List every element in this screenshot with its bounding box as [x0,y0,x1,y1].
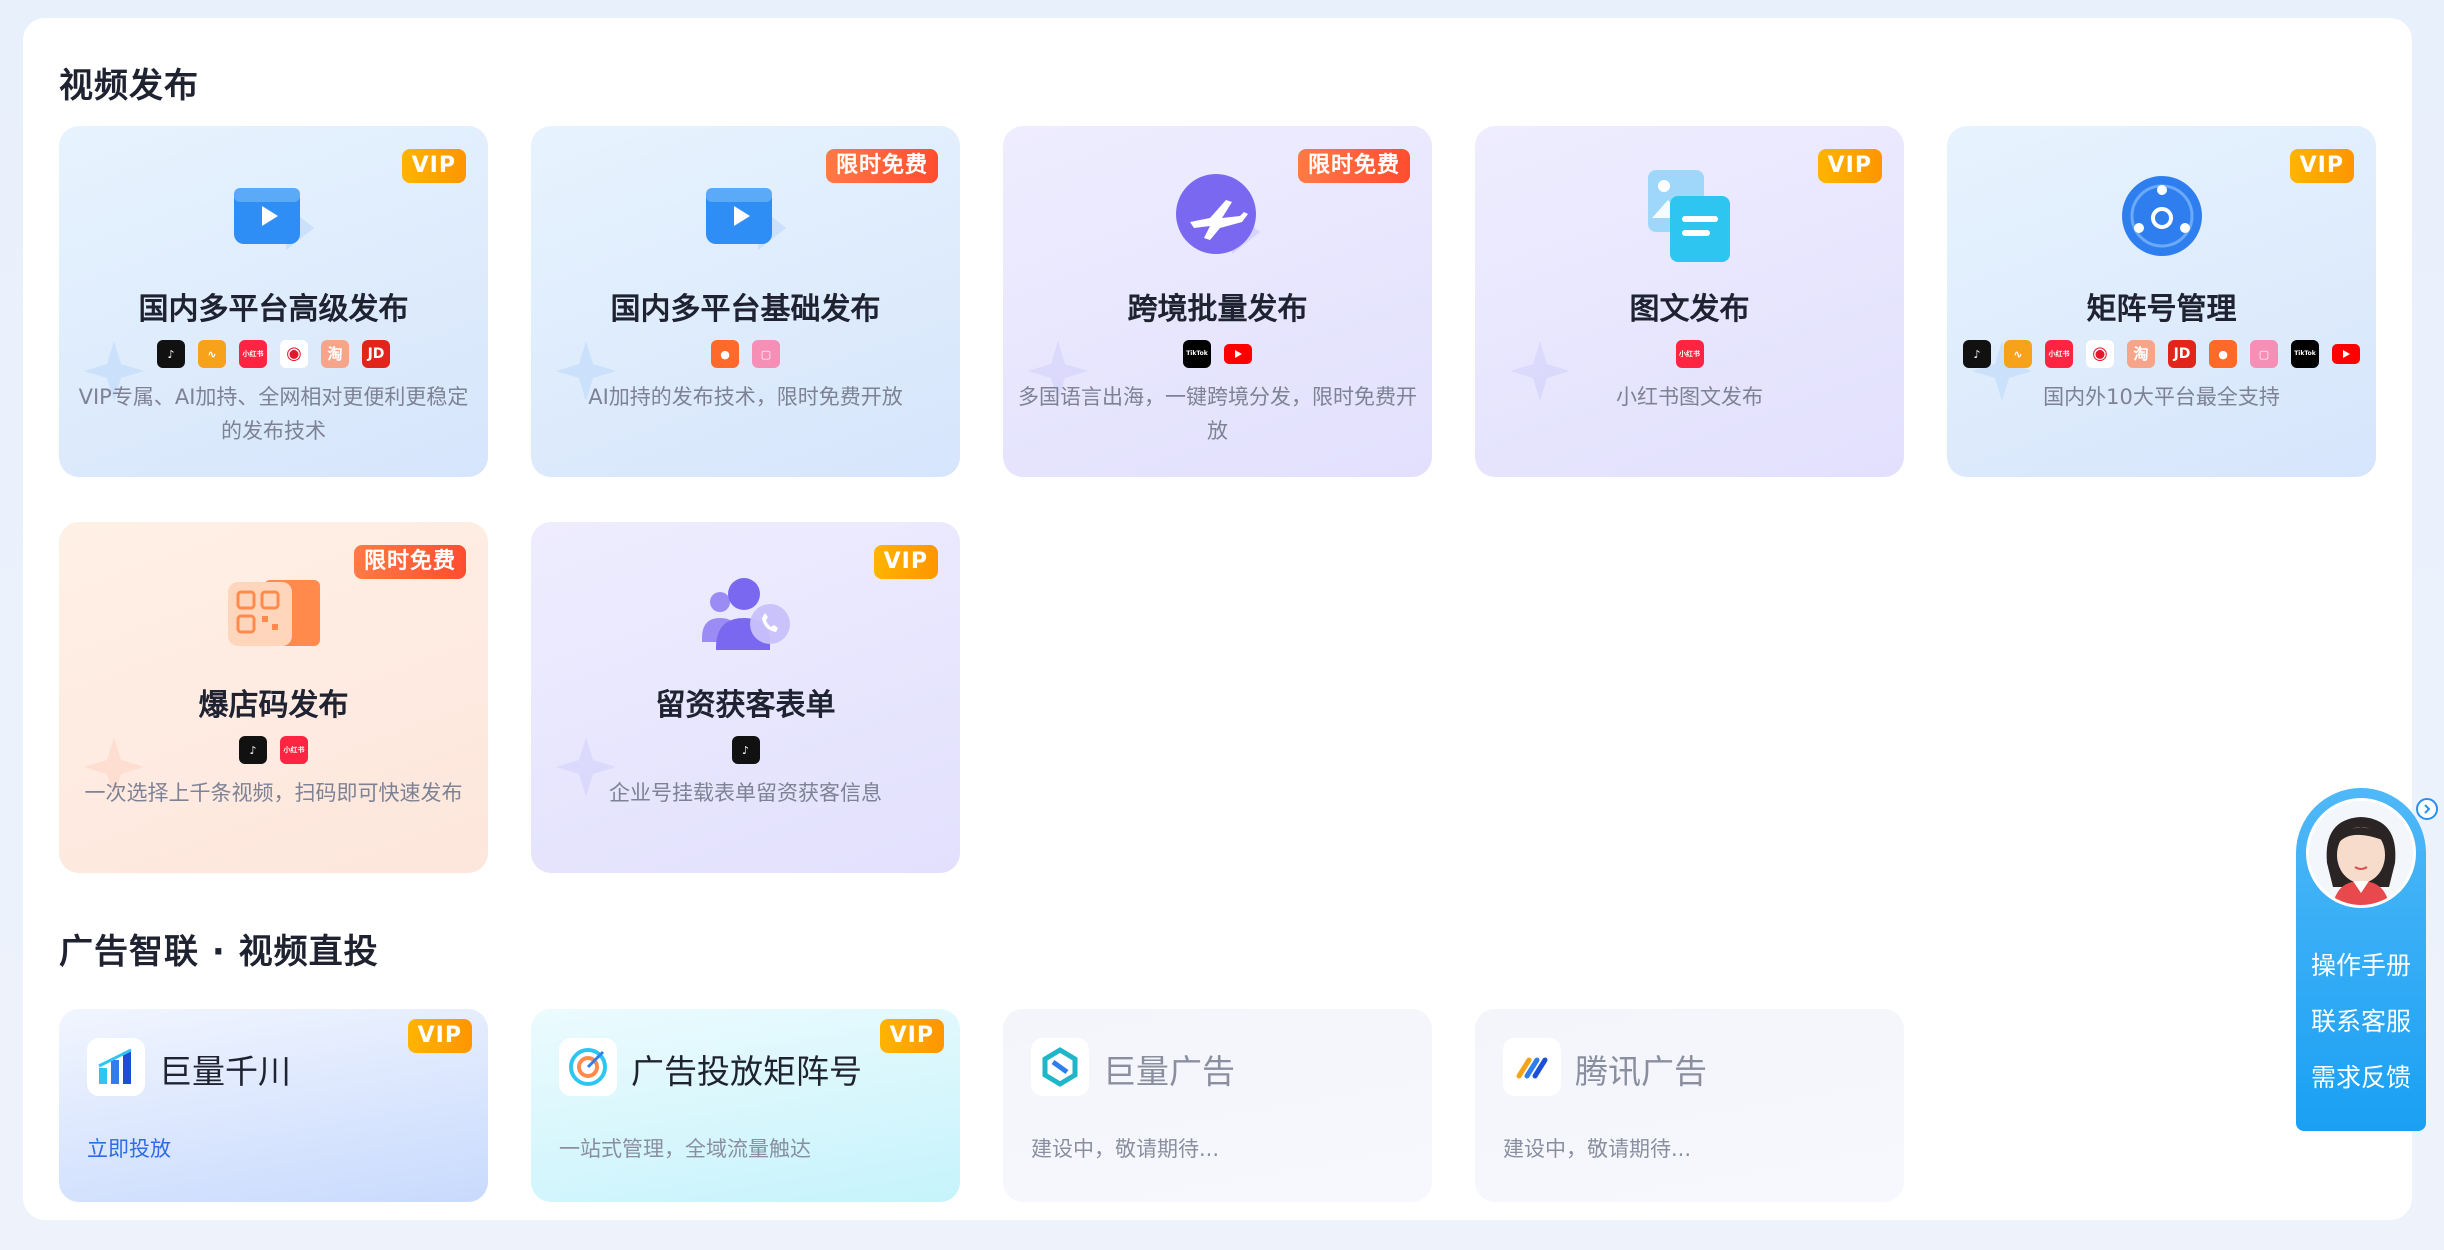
ad-card-juliang-ads[interactable]: 巨量广告 建设中，敬请期待... [1003,1009,1432,1202]
juliang-logo-icon [1031,1038,1089,1096]
weibo-icon: ◉ [2086,340,2114,368]
ad-card-description: 建设中，敬请期待... [1503,1137,1692,1161]
ad-card-matrix-ads[interactable]: VIP 广告投放矩阵号 一站式管理，全域流量触达 [531,1009,960,1202]
ad-card-title: 腾讯广告 [1575,1052,1707,1091]
vip-badge: VIP [879,1019,944,1053]
section-title-ads: 广告智联 · 视频直投 [59,932,379,972]
floating-help-sidebar: 操作手册 联系客服 需求反馈 [2296,788,2426,1131]
card-image-text-publish[interactable]: VIP 图文发布 小红书 小红书图文发布 [1475,126,1904,477]
ad-card-description: 建设中，敬请期待... [1031,1137,1220,1161]
card-domestic-basic-publish[interactable]: 限时免费 国内多平台基础发布 ● ▢ AI加持的发布技术，限时免费开放 [531,126,960,477]
main-panel: 视频发布 VIP 国内多平台高级发布 ♪ ∿ 小红书 ◉ 淘 JD VIP专属、… [23,18,2412,1220]
douyin-icon: ♪ [157,340,185,368]
card-description: VIP专属、AI加持、全网相对更便利更稳定的发布技术 [78,385,469,443]
card-description: 小红书图文发布 [1616,385,1763,409]
wechat-channels-icon: ∿ [2004,340,2032,368]
platform-icons: ♪ 小红书 [59,736,488,764]
jd-icon: JD [2168,340,2196,368]
taobao-icon: 淘 [2127,340,2155,368]
collapse-sidebar-icon[interactable] [2416,798,2438,820]
card-title: 国内多平台基础发布 [610,292,881,327]
card-matrix-account-management[interactable]: VIP 矩阵号管理 ♪ ∿ 小红书 ◉ 淘 JD ● ▢ TikTok 国内外1… [1947,126,2376,477]
platform-icons: ● ▢ [531,340,960,368]
youtube-icon [1224,340,1252,368]
douyin-icon: ♪ [239,736,267,764]
card-title: 图文发布 [1629,292,1750,327]
kuaishou-icon: ● [711,340,739,368]
free-badge: 限时免费 [1297,149,1410,183]
wechat-channels-icon: ∿ [198,340,226,368]
tencent-ads-logo-icon [1503,1038,1561,1096]
ad-card-title: 广告投放矩阵号 [631,1052,862,1091]
kuaishou-icon: ● [2209,340,2237,368]
bilibili-icon: ▢ [752,340,780,368]
target-logo-icon [559,1038,617,1096]
card-description: 多国语言出海，一键跨境分发，限时免费开放 [1018,385,1417,443]
card-description: 国内外10大平台最全支持 [2043,385,2280,409]
ad-card-description: 一站式管理，全域流量触达 [559,1137,811,1161]
card-description: 一次选择上千条视频，扫码即可快速发布 [84,781,463,805]
card-store-code-publish[interactable]: 限时免费 爆店码发布 ♪ 小红书 一次选择上千条视频，扫码即可快速发布 [59,522,488,873]
qr-store-icon [227,580,320,646]
vip-badge: VIP [2289,149,2354,183]
ad-card-juliang-qianchuan[interactable]: VIP 巨量千川 立即投放 [59,1009,488,1202]
douyin-icon: ♪ [731,736,760,764]
free-badge: 限时免费 [353,545,466,579]
card-description: AI加持的发布技术，限时免费开放 [588,385,903,409]
airplane-icon [1175,174,1260,254]
matrix-orbit-icon [2121,176,2202,256]
qianchuan-logo-icon [87,1038,145,1096]
xiaohongshu-icon: 小红书 [1675,340,1704,368]
tiktok-icon: TikTok [1183,340,1211,368]
card-title: 爆店码发布 [198,688,349,723]
platform-icons: TikTok [1003,340,1432,368]
card-title: 国内多平台高级发布 [138,292,409,327]
platform-icons: 小红书 [1475,340,1904,368]
ad-card-tencent-ads[interactable]: 腾讯广告 建设中，敬请期待... [1475,1009,1904,1202]
manual-button[interactable]: 操作手册 [2296,946,2426,982]
douyin-icon: ♪ [1963,340,1991,368]
tiktok-icon: TikTok [2291,340,2319,368]
free-badge: 限时免费 [825,149,938,183]
platform-icons: ♪ ∿ 小红书 ◉ 淘 JD ● ▢ TikTok [1947,340,2376,368]
taobao-icon: 淘 [321,340,349,368]
xiaohongshu-icon: 小红书 [2045,340,2073,368]
xiaohongshu-icon: 小红书 [239,340,267,368]
platform-icons: ♪ ∿ 小红书 ◉ 淘 JD [59,340,488,368]
vip-badge: VIP [1817,149,1882,183]
card-title: 矩阵号管理 [2086,292,2237,327]
bilibili-icon: ▢ [2250,340,2278,368]
platform-icons: ♪ [531,736,960,764]
ad-card-title: 巨量广告 [1103,1052,1235,1091]
feedback-button[interactable]: 需求反馈 [2296,1058,2426,1094]
section-title-video-publish: 视频发布 [59,66,199,106]
youtube-icon [2332,340,2360,368]
vip-badge: VIP [407,1019,472,1053]
ad-card-title: 巨量千川 [159,1052,291,1091]
card-cross-border-publish[interactable]: 限时免费 跨境批量发布 TikTok 多国语言出海，一键跨境分发，限时免费开放 [1003,126,1432,477]
contact-support-button[interactable]: 联系客服 [2296,1002,2426,1038]
vip-badge: VIP [873,545,938,579]
launch-now-link[interactable]: 立即投放 [87,1133,171,1163]
image-document-icon [1647,170,1730,262]
card-lead-form[interactable]: VIP 留资获客表单 ♪ 企业号挂载表单留资获客信息 [531,522,960,873]
vip-badge: VIP [401,149,466,183]
card-title: 跨境批量发布 [1127,292,1308,327]
weibo-icon: ◉ [280,340,308,368]
video-play-icon [233,188,314,250]
jd-icon: JD [362,340,390,368]
card-domestic-advanced-publish[interactable]: VIP 国内多平台高级发布 ♪ ∿ 小红书 ◉ 淘 JD VIP专属、AI加持、… [59,126,488,477]
customer-service-avatar [2306,798,2416,908]
xiaohongshu-icon: 小红书 [280,736,308,764]
video-play-icon [705,188,786,250]
card-title: 留资获客表单 [655,688,836,723]
card-description: 企业号挂载表单留资获客信息 [609,781,882,805]
customer-phone-icon [701,578,790,650]
